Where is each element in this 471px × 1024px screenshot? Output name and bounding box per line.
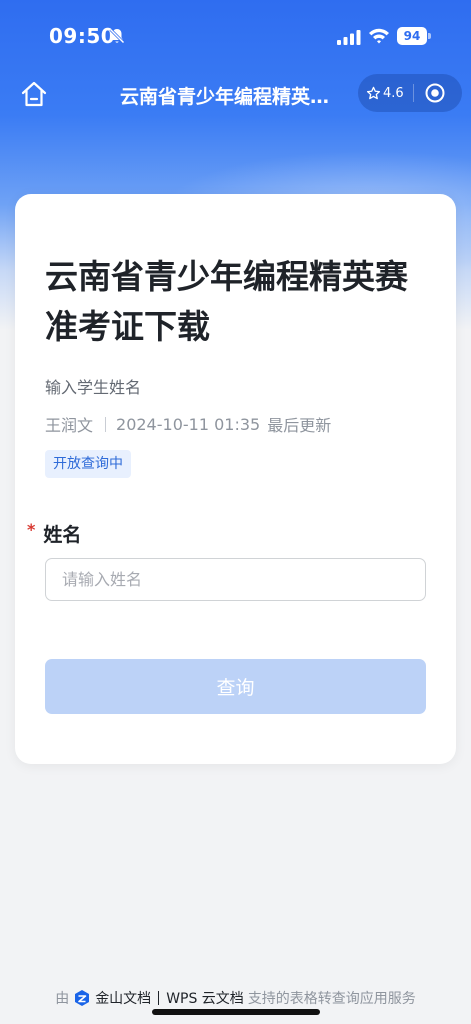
nav-title: 云南省青少年编程精英… — [120, 86, 330, 108]
target-icon[interactable] — [424, 82, 446, 104]
form-meta: 王润文 2024-10-11 01:35 最后更新 — [45, 412, 331, 436]
footer-brand[interactable]: 金山文档 — [95, 988, 151, 1008]
updated-label: 最后更新 — [267, 416, 332, 435]
field-label-text: 姓名 — [43, 524, 82, 546]
rating-value: 4.6 — [383, 85, 404, 101]
meta-divider — [105, 416, 107, 432]
footer: 由 金山文档 WPS 云文档 支持的表格转查询应用服务 — [0, 987, 471, 1009]
status-badge: 开放查询中 — [45, 450, 131, 478]
form-title: 云南省青少年编程精英赛准考证下载 — [45, 257, 408, 346]
star-icon — [366, 86, 381, 99]
miniprogram-capsule: 4.6 — [358, 74, 462, 112]
required-mark: * — [27, 520, 36, 539]
status-time: 09:50 — [49, 24, 116, 48]
home-indicator — [152, 1009, 320, 1015]
author-name: 王润文 — [45, 416, 94, 435]
footer-product[interactable]: WPS 云文档 — [166, 988, 244, 1008]
footer-divider — [158, 991, 160, 1005]
battery-level: 94 — [397, 27, 427, 45]
wifi-icon — [369, 28, 389, 44]
rating-button[interactable]: 4.6 — [366, 74, 404, 112]
kingsoft-docs-logo-icon — [75, 990, 90, 1006]
name-field-label: * 姓名 — [27, 520, 81, 547]
form-card: 云南省青少年编程精英赛准考证下载 输入学生姓名 王润文 2024-10-11 0… — [15, 194, 456, 764]
footer-prefix: 由 — [55, 991, 70, 1007]
status-bar: 09:50 94 — [0, 0, 471, 74]
mute-bell-icon — [109, 28, 125, 44]
updated-time: 2024-10-11 01:35 — [116, 414, 261, 434]
battery-icon: 94 — [397, 27, 431, 45]
nav-bar: 云南省青少年编程精英… 4.6 — [0, 72, 471, 116]
name-input[interactable] — [45, 558, 426, 601]
footer-suffix: 支持的表格转查询应用服务 — [247, 991, 416, 1007]
query-button[interactable]: 查询 — [45, 659, 426, 714]
capsule-divider — [413, 84, 414, 102]
cellular-signal-icon — [337, 30, 361, 45]
form-subtitle: 输入学生姓名 — [45, 378, 142, 397]
home-icon[interactable] — [18, 78, 50, 110]
